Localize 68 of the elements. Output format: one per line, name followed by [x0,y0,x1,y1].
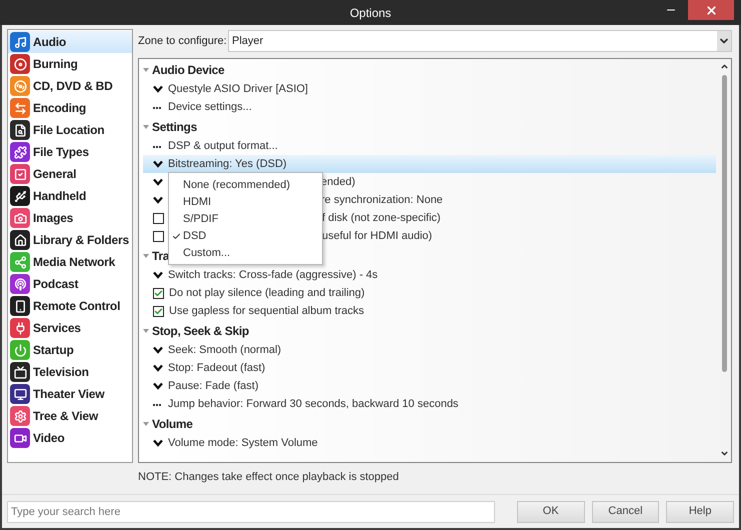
sidebar-item[interactable]: Theater View [8,383,132,405]
ellipsis-icon [153,106,163,108]
setting-row[interactable]: Pause: Fade (fast) [143,377,716,395]
setting-row[interactable]: Jump behavior: Forward 30 seconds, backward 10 seconds [143,395,716,413]
setting-text: useful for HDMI audio) [322,228,432,244]
sidebar-item[interactable]: General [8,163,132,185]
zone-dropdown[interactable]: Player [228,30,732,52]
section-title: Stop, Seek & Skip [152,322,249,340]
setting-row[interactable]: Seek: Smooth (normal) [143,341,716,359]
close-button[interactable] [688,0,734,20]
section-title: Audio Device [152,62,224,78]
sidebar-item[interactable]: Handheld [8,185,132,207]
setting-row[interactable]: Stop: Fadeout (fast) [143,359,716,377]
sidebar-item[interactable]: Remote Control [8,295,132,317]
dialog-button[interactable]: OK [516,500,585,522]
sidebar-item[interactable]: Podcast [8,273,132,295]
setting-row[interactable]: Device settings... [143,98,716,116]
setting-row[interactable]: Volume mode: System Volume [143,434,716,452]
caret-down-icon[interactable] [143,328,149,334]
caret-down-icon[interactable] [143,124,149,130]
menu-item[interactable]: None (recommended) [169,177,322,194]
chevron-icon [153,271,163,279]
chevron-icon [153,85,163,93]
checkbox[interactable] [153,288,164,298]
caret-down-icon[interactable] [143,252,149,258]
chevron-icon [153,439,163,447]
ellipsis-icon [153,402,163,406]
setting-row[interactable]: Bitstreaming: Yes (DSD) [143,155,716,173]
checkbox[interactable] [153,230,164,242]
sidebar-item[interactable]: Services [8,317,132,339]
sidebar-item[interactable]: Audio [8,31,132,53]
setting-row[interactable]: Do not play silence (leading and trailing) [143,284,716,302]
section-title: Settings [152,118,197,136]
sidebar-item[interactable]: Tree & View [8,405,132,427]
sidebar-item[interactable]: Library & Folders [8,229,132,251]
sidebar-item[interactable]: Startup [8,339,132,361]
setting-row[interactable]: DSP & output format... [143,137,716,155]
checkbox[interactable] [153,306,164,316]
dialog-button[interactable]: Cancel [592,500,660,522]
sidebar-item[interactable]: File Types [8,141,132,163]
search-field[interactable]: Type your search here [7,500,495,522]
dialog-button[interactable]: Help [666,500,734,522]
window-title: Options [350,4,392,22]
checkbox[interactable] [153,212,164,224]
sidebar-item[interactable]: Images [8,207,132,229]
menu-item[interactable]: Custom... [169,245,322,262]
sidebar-item[interactable]: Television [8,361,132,383]
sidebar-item[interactable]: Encoding [8,97,132,119]
sidebar-item[interactable]: Burning [8,53,132,75]
scroll-down-icon [720,449,728,458]
close-icon [704,4,718,16]
caret-down-icon[interactable] [143,66,149,72]
setting-row[interactable]: Questyle ASIO Driver [ASIO] [143,80,716,98]
setting-row[interactable]: Switch tracks: Cross-fade (aggressive) - 4s [143,266,716,284]
caret-down-icon[interactable] [143,420,149,426]
sidebar-item[interactable]: CD, DVD & BD [8,75,132,97]
setting-row[interactable]: Use gapless for sequential album tracks [143,302,716,320]
zone-label: Zone to configure: [138,34,228,49]
sidebar-item[interactable]: Video [8,427,132,449]
section-title: Volume [152,416,193,432]
sidebar-item[interactable]: Media Network [8,251,132,273]
menu-item[interactable]: HDMI [169,194,322,211]
scroll-up-icon [720,62,728,71]
menu-item[interactable]: S/PDIF [169,211,322,228]
note-text: NOTE: Changes take effect once playback is stopped [138,470,399,485]
sidebar-item[interactable]: File Location [8,119,132,141]
menu-item[interactable]: DSD [169,228,322,245]
ellipsis-icon [153,144,163,148]
